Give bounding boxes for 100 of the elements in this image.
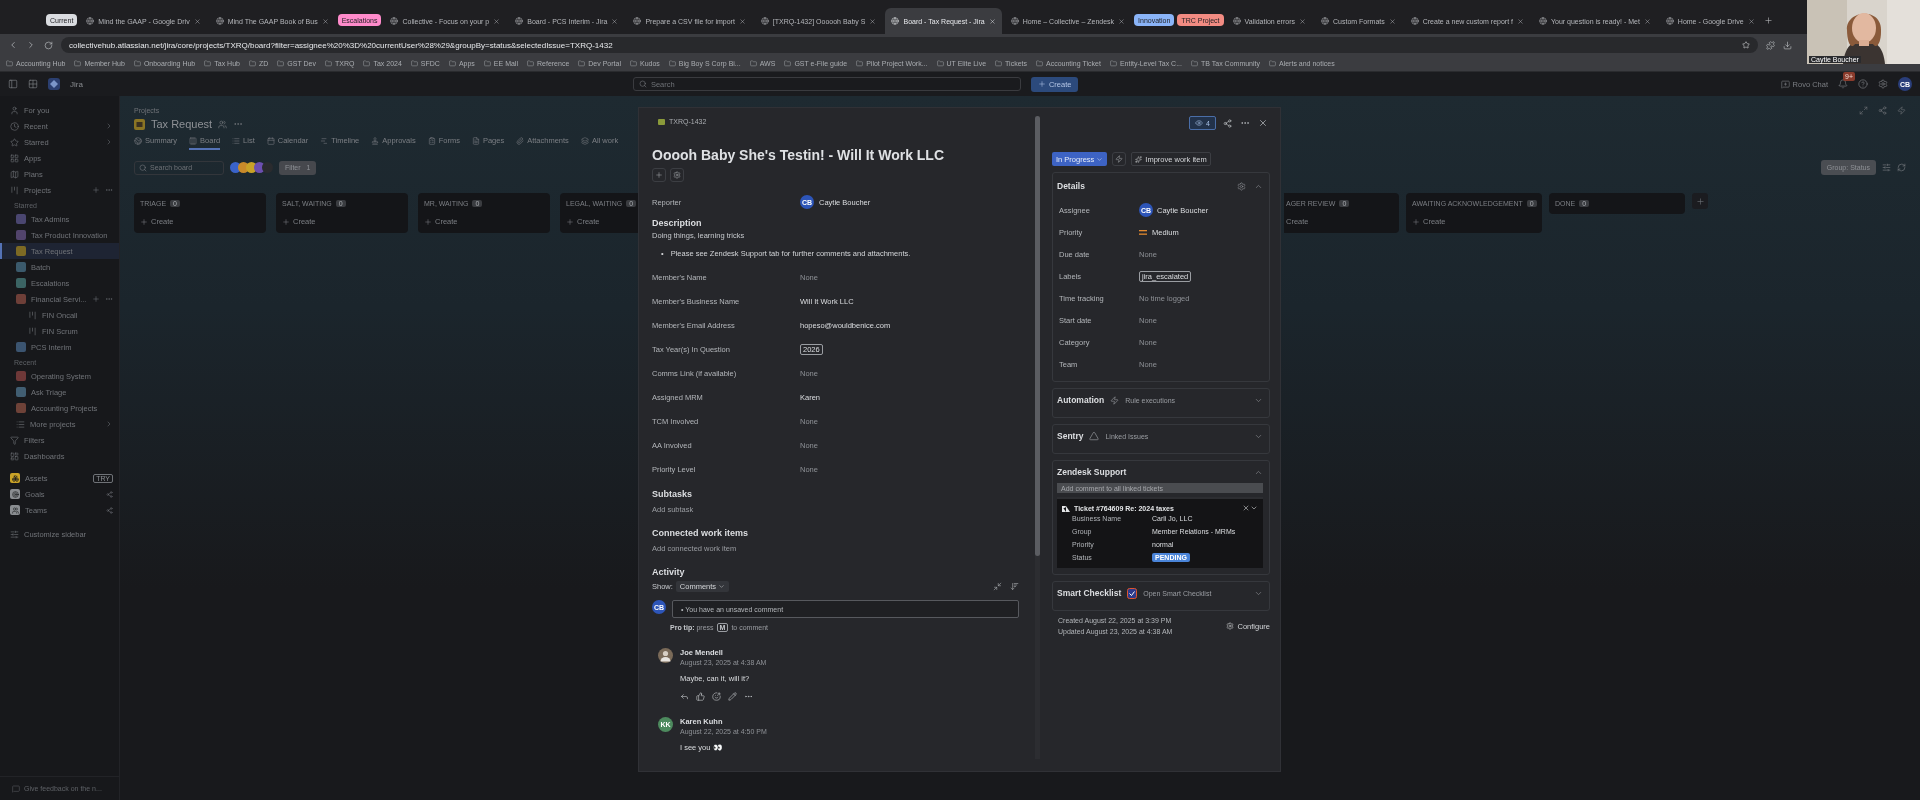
- reload-icon[interactable]: [44, 40, 53, 50]
- favicon-icon: [1410, 17, 1419, 25]
- expand-icon[interactable]: [1250, 504, 1258, 512]
- app-switcher-icon[interactable]: [28, 79, 38, 89]
- close-icon[interactable]: [1747, 17, 1755, 25]
- timeline-icon: [320, 136, 329, 145]
- section-heading: Description: [652, 218, 703, 228]
- favicon-icon: [1539, 17, 1547, 25]
- add-button[interactable]: [652, 168, 666, 182]
- panel-title: Zendesk Support: [1057, 467, 1127, 477]
- jira-logo-icon: [48, 78, 60, 90]
- panel-title: Sentry: [1057, 431, 1084, 441]
- share-icon[interactable]: [1878, 106, 1887, 115]
- actions-button[interactable]: [1112, 152, 1127, 166]
- checklist-app-icon: [1127, 587, 1138, 599]
- folder-icon: [527, 60, 534, 67]
- thumbs-up-icon[interactable]: [696, 692, 705, 701]
- folder-icon: [1269, 60, 1276, 67]
- close-icon[interactable]: [321, 17, 329, 25]
- paperclip-icon: [516, 136, 525, 145]
- folder-icon: [204, 60, 212, 67]
- apps-button[interactable]: [670, 168, 684, 182]
- form-icon: [427, 136, 436, 145]
- close-icon[interactable]: [1258, 118, 1268, 128]
- folder-icon: [363, 60, 371, 67]
- lightning-icon: [1110, 395, 1120, 405]
- expand-icon[interactable]: [1859, 106, 1868, 115]
- settings-icon: [1226, 622, 1235, 630]
- extensions-icon[interactable]: [1766, 40, 1775, 50]
- settings-icon[interactable]: [1878, 79, 1888, 89]
- plus-icon: [1037, 80, 1046, 88]
- add-icon[interactable]: [92, 186, 100, 194]
- share-icon[interactable]: [1222, 118, 1232, 128]
- list-icon: [16, 419, 25, 429]
- close-icon[interactable]: [1118, 17, 1126, 25]
- add-column-button[interactable]: [1692, 193, 1708, 209]
- view-settings-icon[interactable]: [1882, 163, 1891, 172]
- eye-icon: [1195, 119, 1204, 127]
- caret-icon: [718, 583, 726, 590]
- close-icon[interactable]: [1242, 504, 1250, 512]
- settings-icon[interactable]: [1237, 181, 1246, 191]
- close-icon[interactable]: [1388, 17, 1396, 25]
- section-heading: Connected work items: [652, 528, 750, 538]
- sort-icon[interactable]: [1010, 582, 1019, 591]
- download-icon[interactable]: [1783, 40, 1792, 50]
- close-icon[interactable]: [869, 17, 877, 25]
- new-tab-icon[interactable]: [1763, 15, 1773, 25]
- collapse-icon[interactable]: [993, 582, 1002, 591]
- project-title: Tax Request: [151, 118, 213, 130]
- clock-icon: [10, 121, 19, 131]
- close-icon[interactable]: [738, 17, 746, 25]
- favicon-icon: [1321, 17, 1329, 25]
- folder-icon: [749, 60, 757, 67]
- favicon-icon: [86, 17, 95, 25]
- add-icon[interactable]: [92, 295, 100, 303]
- close-icon[interactable]: [193, 17, 201, 25]
- plus-icon: [1412, 217, 1420, 226]
- favicon-icon: [1232, 17, 1241, 25]
- more-icon[interactable]: [744, 692, 753, 701]
- project-icon: [134, 118, 145, 130]
- user-icon: [10, 105, 19, 115]
- sidebar-toggle-icon[interactable]: [8, 79, 18, 89]
- folder-icon: [324, 60, 332, 67]
- grid-icon: [10, 153, 19, 163]
- edit-icon[interactable]: [728, 692, 737, 701]
- refresh-icon[interactable]: [1897, 163, 1906, 172]
- address-bar[interactable]: collectivehub.atlassian.net/jira/core/projects/TXRQ/board?filter=assignee%20%3D%20currentUser%28%29&groupBy=status&selectedIssue=TXRQ-1432: [61, 37, 1758, 53]
- emoji-icon[interactable]: [712, 692, 721, 701]
- close-icon[interactable]: [988, 17, 996, 25]
- caret-icon: [1096, 155, 1104, 163]
- list-icon: [232, 136, 241, 145]
- folder-icon: [629, 60, 637, 67]
- product-name: Jira: [70, 79, 83, 89]
- help-icon[interactable]: [1858, 79, 1868, 89]
- folder-icon: [277, 60, 285, 67]
- folder-icon: [6, 60, 13, 67]
- folder-icon: [1191, 60, 1198, 67]
- close-icon[interactable]: [611, 17, 619, 25]
- team-icon[interactable]: [218, 119, 228, 129]
- search-icon: [139, 163, 147, 172]
- close-icon[interactable]: [1643, 17, 1651, 25]
- favicon-icon: [760, 17, 769, 25]
- forward-icon[interactable]: [26, 40, 36, 50]
- zendesk-icon: [1062, 504, 1070, 512]
- favicon-icon: [515, 17, 524, 25]
- bookmark-star-icon[interactable]: [1742, 41, 1750, 49]
- folder-icon: [483, 60, 491, 67]
- lightning-icon: [1115, 155, 1124, 163]
- close-icon[interactable]: [493, 17, 501, 25]
- close-icon[interactable]: [1517, 17, 1524, 25]
- page-icon: [471, 136, 480, 145]
- back-icon[interactable]: [8, 40, 18, 50]
- reply-icon[interactable]: [680, 692, 689, 701]
- folder-icon: [410, 60, 418, 67]
- notifications-icon[interactable]: [1838, 79, 1848, 89]
- triangle-icon: [1089, 431, 1100, 441]
- scrollbar-thumb[interactable]: [1035, 116, 1040, 556]
- panel-title: Details: [1057, 181, 1085, 191]
- lightning-icon[interactable]: [1897, 106, 1906, 115]
- close-icon[interactable]: [1299, 17, 1306, 25]
